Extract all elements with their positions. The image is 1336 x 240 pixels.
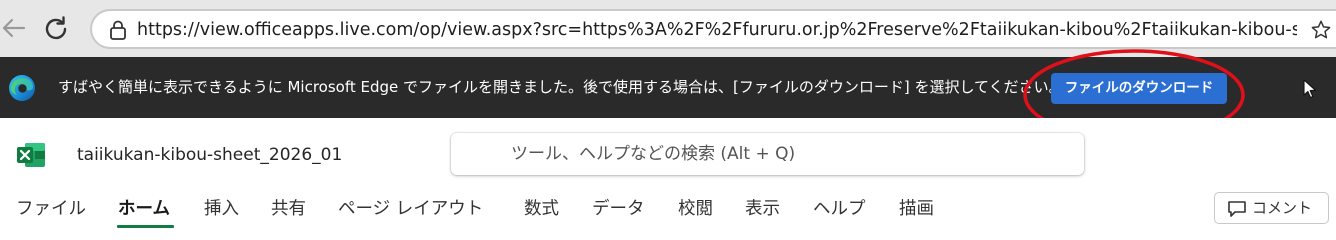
browser-toolbar: https://view.officeapps.live.com/op/view… xyxy=(0,0,1336,57)
favorite-star-icon[interactable] xyxy=(1310,19,1332,41)
download-file-button[interactable]: ファイルのダウンロード xyxy=(1051,73,1227,104)
excel-online-header: taiikukan-kibou-sheet_2026_01 ツール、ヘルプなどの… xyxy=(0,118,1336,234)
active-tab-indicator xyxy=(117,225,174,228)
comment-button[interactable]: コメント xyxy=(1214,192,1329,224)
tab-review[interactable]: 校閲 xyxy=(678,198,713,220)
tab-formulas[interactable]: 数式 xyxy=(524,198,559,220)
edge-notification-bar: すばやく簡単に表示できるように Microsoft Edge でファイルを開きま… xyxy=(0,57,1336,118)
comment-button-label: コメント xyxy=(1252,199,1313,217)
document-title[interactable]: taiikukan-kibou-sheet_2026_01 xyxy=(77,144,342,166)
tab-data[interactable]: データ xyxy=(592,198,645,220)
ribbon-tabs: ファイル ホーム 挿入 共有 ページ レイアウト 数式 データ 校閲 表示 ヘル… xyxy=(0,198,1000,228)
mouse-cursor-icon xyxy=(1303,79,1317,99)
tab-file[interactable]: ファイル xyxy=(16,198,86,220)
tab-share[interactable]: 共有 xyxy=(271,198,306,220)
address-bar[interactable]: https://view.officeapps.live.com/op/view… xyxy=(90,9,1336,49)
lock-icon[interactable] xyxy=(109,20,127,40)
tab-page-layout[interactable]: ページ レイアウト xyxy=(338,198,483,220)
url-text[interactable]: https://view.officeapps.live.com/op/view… xyxy=(137,19,1297,41)
tab-insert[interactable]: 挿入 xyxy=(204,198,239,220)
edge-logo-icon xyxy=(8,74,36,102)
tab-help[interactable]: ヘルプ xyxy=(813,198,866,220)
search-box[interactable]: ツール、ヘルプなどの検索 (Alt + Q) xyxy=(451,133,1084,175)
tab-home[interactable]: ホーム xyxy=(118,198,170,220)
search-placeholder[interactable]: ツール、ヘルプなどの検索 (Alt + Q) xyxy=(511,143,795,165)
refresh-icon[interactable] xyxy=(40,13,72,45)
comment-icon xyxy=(1227,200,1247,218)
excel-app-icon[interactable] xyxy=(16,142,46,168)
back-arrow-icon[interactable] xyxy=(0,13,28,43)
tab-draw[interactable]: 描画 xyxy=(899,198,934,220)
tab-view[interactable]: 表示 xyxy=(745,198,780,220)
notification-message: すばやく簡単に表示できるように Microsoft Edge でファイルを開きま… xyxy=(58,78,1064,96)
